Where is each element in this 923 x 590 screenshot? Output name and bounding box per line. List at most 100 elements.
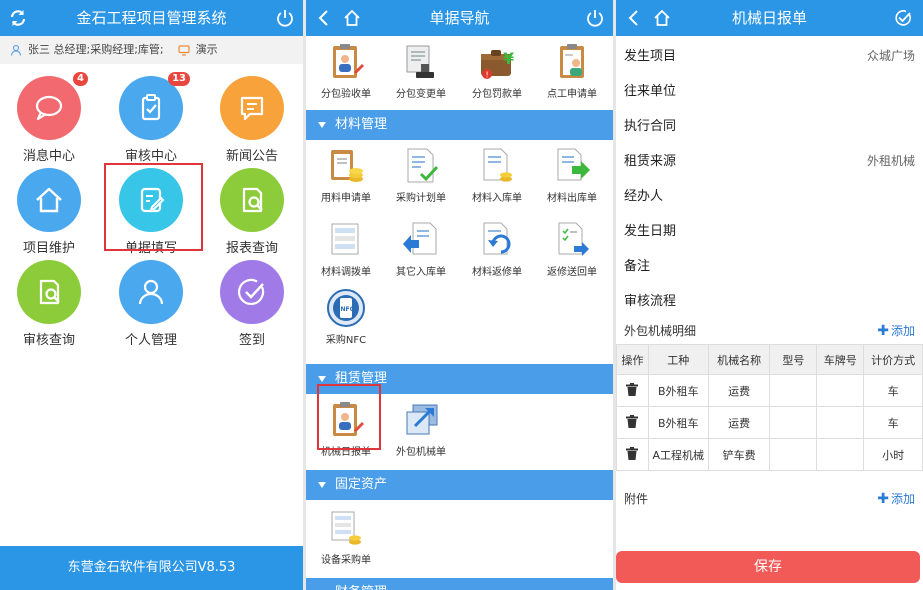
detail-header: 外包机械明细 ✚ 添加 bbox=[616, 319, 923, 344]
field-contract[interactable]: 执行合同 bbox=[616, 109, 923, 144]
attachment-label: 附件 bbox=[624, 492, 649, 506]
detail-title: 外包机械明细 bbox=[624, 324, 697, 338]
item-material-request[interactable]: 用料申请单 bbox=[310, 146, 382, 204]
asset-row: 设备采购单 bbox=[306, 500, 613, 578]
user-icon bbox=[138, 279, 164, 305]
plus-icon: ✚ bbox=[877, 323, 889, 339]
form-title: 机械日报单 bbox=[731, 9, 807, 27]
table-row[interactable]: B外租车 运费 车 bbox=[616, 406, 923, 439]
tile-label: 新闻公告 bbox=[225, 149, 278, 164]
document-export-icon bbox=[557, 148, 590, 181]
checklist-icon bbox=[407, 148, 439, 183]
item-purchase-plan[interactable]: 采购计划单 bbox=[385, 146, 457, 204]
clipboard-user-icon bbox=[333, 44, 364, 78]
add-detail-button[interactable]: ✚ 添加 bbox=[877, 319, 915, 344]
check-circle-icon bbox=[237, 278, 265, 305]
tile-audit-center[interactable]: 13 审核中心 bbox=[106, 72, 196, 166]
clipboard-coins-icon bbox=[331, 150, 363, 182]
tile-personal[interactable]: 个人管理 bbox=[106, 260, 196, 350]
field-lease-source[interactable]: 租赁来源 外租机械 bbox=[616, 144, 923, 179]
power-icon[interactable] bbox=[275, 8, 295, 28]
field-project[interactable]: 发生项目 众城广场 bbox=[616, 39, 923, 74]
item-subcontract-change[interactable]: 分包变更单 bbox=[385, 42, 457, 100]
document-import-icon bbox=[403, 222, 437, 255]
user-info-text: 张三 总经理;采购经理;库管; bbox=[28, 43, 164, 56]
table-row[interactable]: B外租车 运费 车 bbox=[616, 374, 923, 407]
document-return-icon bbox=[483, 222, 511, 255]
tile-sign-in[interactable]: 签到 bbox=[207, 260, 297, 350]
item-repair-return[interactable]: 返修送回单 bbox=[536, 220, 608, 278]
material-row-1: 用料申请单 采购计划单 材料入库单 材料出库单 bbox=[306, 140, 613, 214]
collapse-arrow-icon bbox=[318, 122, 326, 128]
nav-header: 单据导航 bbox=[306, 0, 613, 36]
tile-label: 审核查询 bbox=[22, 333, 75, 348]
form-coins-icon bbox=[331, 511, 361, 545]
item-purchase-nfc[interactable]: NFC 采购NFC bbox=[310, 288, 382, 346]
document-coins-icon bbox=[483, 148, 512, 182]
power-icon[interactable] bbox=[585, 8, 605, 28]
clipboard-check-icon bbox=[141, 94, 161, 121]
stamp-document-icon bbox=[406, 45, 434, 78]
tile-label: 消息中心 bbox=[22, 149, 75, 164]
plus-icon: ✚ bbox=[877, 491, 889, 507]
form-header: 机械日报单 bbox=[616, 0, 923, 36]
check-circle-icon[interactable] bbox=[893, 8, 913, 28]
item-material-repair[interactable]: 材料返修单 bbox=[461, 220, 533, 278]
monitor-icon bbox=[178, 45, 190, 56]
field-date[interactable]: 发生日期 bbox=[616, 214, 923, 249]
form-stack-icon bbox=[331, 223, 359, 255]
delete-icon[interactable] bbox=[616, 374, 649, 407]
item-equipment-purchase[interactable]: 设备采购单 bbox=[310, 508, 382, 566]
item-spot-labor-request[interactable]: 点工申请单 bbox=[536, 42, 608, 100]
item-subcontract-fine[interactable]: ¥ ! 分包罚款单 bbox=[461, 42, 533, 100]
field-audit-flow[interactable]: 审核流程 bbox=[616, 284, 923, 319]
tile-report-query[interactable]: 报表查询 bbox=[207, 168, 297, 258]
tile-label: 项目维护 bbox=[22, 241, 75, 256]
tile-news[interactable]: 新闻公告 bbox=[207, 76, 297, 166]
save-button[interactable]: 保存 bbox=[616, 551, 920, 583]
home-header: 金石工程项目管理系统 bbox=[0, 0, 303, 36]
material-row-2: 材料调拨单 其它入库单 材料返修单 返修送回单 bbox=[306, 214, 613, 288]
item-subcontract-acceptance[interactable]: 分包验收单 bbox=[310, 42, 382, 100]
home-icon bbox=[36, 187, 62, 213]
tile-audit-query[interactable]: 审核查询 bbox=[4, 260, 94, 350]
machine-daily-report-panel: 机械日报单 发生项目 众城广场 往来单位 执行合同 租赁来源 外租机械 经办人 发生… bbox=[616, 0, 923, 590]
nav-title: 单据导航 bbox=[429, 9, 490, 27]
item-outsourced-machine[interactable]: 外包机械单 bbox=[385, 400, 457, 458]
clipboard-user-icon bbox=[560, 44, 584, 78]
tile-label: 审核中心 bbox=[124, 149, 177, 164]
highlight-box bbox=[104, 163, 203, 251]
delete-icon[interactable] bbox=[616, 406, 649, 439]
table-header-row: 操作 工种 机械名称 型号 车牌号 计价方式 bbox=[616, 344, 923, 375]
attachment-header: 附件 ✚ 添加 bbox=[616, 485, 923, 513]
tile-label: 签到 bbox=[238, 333, 265, 348]
field-counterparty[interactable]: 往来单位 bbox=[616, 74, 923, 109]
section-material-management[interactable]: 材料管理 bbox=[306, 110, 613, 140]
chat-bubble-icon bbox=[35, 95, 63, 121]
subcontract-items: 分包验收单 分包变更单 ¥ ! 分包罚款单 点工申请单 bbox=[306, 36, 613, 110]
money-bag-icon: ¥ ! bbox=[481, 49, 514, 80]
field-remarks[interactable]: 备注 bbox=[616, 249, 923, 284]
item-material-inbound[interactable]: 材料入库单 bbox=[461, 146, 533, 204]
demo-label[interactable]: 演示 bbox=[196, 36, 218, 64]
message-lines-icon bbox=[240, 96, 264, 121]
window-arrow-icon bbox=[406, 404, 438, 435]
pending-badge: 13 bbox=[168, 72, 190, 86]
user-icon bbox=[10, 44, 22, 56]
machine-detail-table: 操作 工种 机械名称 型号 车牌号 计价方式 B外租车 运费 车 B外租车 运费 bbox=[616, 344, 923, 471]
table-row[interactable]: A工程机械 铲车费 小时 bbox=[616, 438, 923, 471]
document-search-icon bbox=[39, 279, 60, 305]
tile-project-maintenance[interactable]: 项目维护 bbox=[4, 168, 94, 258]
delete-icon[interactable] bbox=[616, 438, 649, 471]
tile-label: 报表查询 bbox=[225, 241, 278, 256]
field-handler[interactable]: 经办人 bbox=[616, 179, 923, 214]
item-material-outbound[interactable]: 材料出库单 bbox=[536, 146, 608, 204]
item-other-inbound[interactable]: 其它入库单 bbox=[385, 220, 457, 278]
nfc-icon: NFC bbox=[327, 289, 365, 327]
tile-message-center[interactable]: 4 消息中心 bbox=[4, 72, 94, 166]
form-fields: 发生项目 众城广场 往来单位 执行合同 租赁来源 外租机械 经办人 发生日期 备注 … bbox=[616, 36, 923, 319]
section-fixed-assets[interactable]: 固定资产 bbox=[306, 470, 613, 500]
section-finance-management[interactable]: 财务管理 bbox=[306, 578, 613, 590]
add-attachment-button[interactable]: ✚ 添加 bbox=[877, 485, 915, 513]
item-material-transfer[interactable]: 材料调拨单 bbox=[310, 220, 382, 278]
